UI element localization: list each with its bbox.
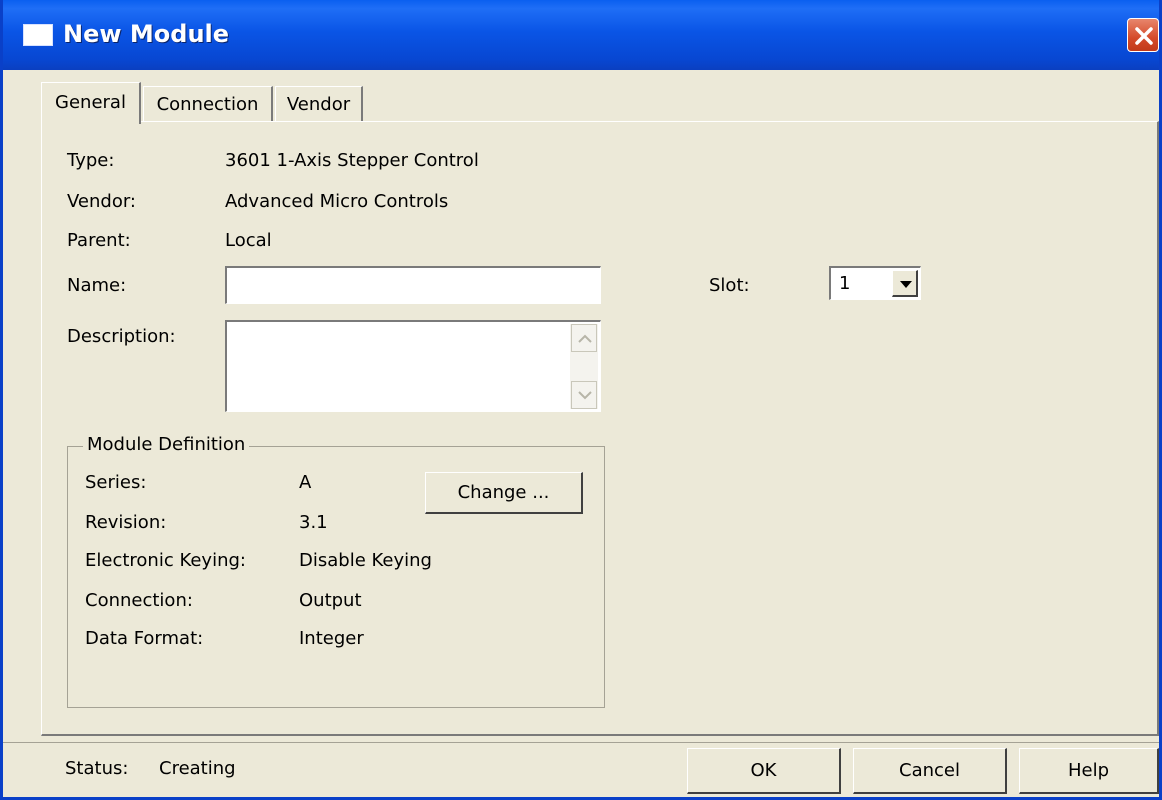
tab-vendor[interactable]: Vendor <box>275 86 363 122</box>
slot-value: 1 <box>839 273 851 294</box>
module-definition-title: Module Definition <box>83 434 250 455</box>
window-icon <box>23 24 53 46</box>
title-bar[interactable]: New Module <box>3 0 1159 70</box>
status-value: Creating <box>159 758 236 779</box>
name-label: Name: <box>67 275 127 296</box>
type-value: 3601 1-Axis Stepper Control <box>225 150 479 171</box>
change-button[interactable]: Change ... <box>425 472 583 514</box>
electronic-keying-label: Electronic Keying: <box>85 550 246 571</box>
chevron-down-icon <box>578 391 592 400</box>
window-title: New Module <box>63 20 230 48</box>
chevron-down-icon <box>900 281 912 288</box>
electronic-keying-value: Disable Keying <box>299 550 432 571</box>
chevron-up-icon <box>578 334 592 343</box>
scroll-up-button[interactable] <box>571 324 597 352</box>
revision-label: Revision: <box>85 512 167 533</box>
slot-select[interactable]: 1 <box>829 266 921 300</box>
tab-connection[interactable]: Connection <box>143 86 273 122</box>
description-scrollbar[interactable] <box>570 324 598 409</box>
ok-button[interactable]: OK <box>687 748 841 794</box>
name-input[interactable] <box>225 266 601 304</box>
parent-value: Local <box>225 230 272 251</box>
scroll-down-button[interactable] <box>571 381 597 409</box>
connection-value: Output <box>299 590 362 611</box>
help-button[interactable]: Help <box>1019 748 1159 794</box>
description-textarea[interactable] <box>225 320 601 412</box>
data-format-label: Data Format: <box>85 628 204 649</box>
status-label: Status: <box>65 758 129 779</box>
type-label: Type: <box>67 150 115 171</box>
tab-general[interactable]: General <box>41 82 141 124</box>
data-format-value: Integer <box>299 628 364 649</box>
new-module-dialog: New Module General Connection Vendor Typ… <box>0 0 1162 800</box>
slot-dropdown-button[interactable] <box>892 270 918 297</box>
slot-label: Slot: <box>709 275 750 296</box>
parent-label: Parent: <box>67 230 131 251</box>
series-label: Series: <box>85 472 147 493</box>
connection-label: Connection: <box>85 590 193 611</box>
series-value: A <box>299 472 312 493</box>
description-label: Description: <box>67 326 176 347</box>
vendor-value: Advanced Micro Controls <box>225 191 449 212</box>
cancel-button[interactable]: Cancel <box>853 748 1007 794</box>
status-divider <box>3 742 1159 743</box>
close-button[interactable] <box>1127 18 1159 52</box>
revision-value: 3.1 <box>299 512 328 533</box>
close-icon <box>1135 27 1153 45</box>
vendor-label: Vendor: <box>67 191 136 212</box>
